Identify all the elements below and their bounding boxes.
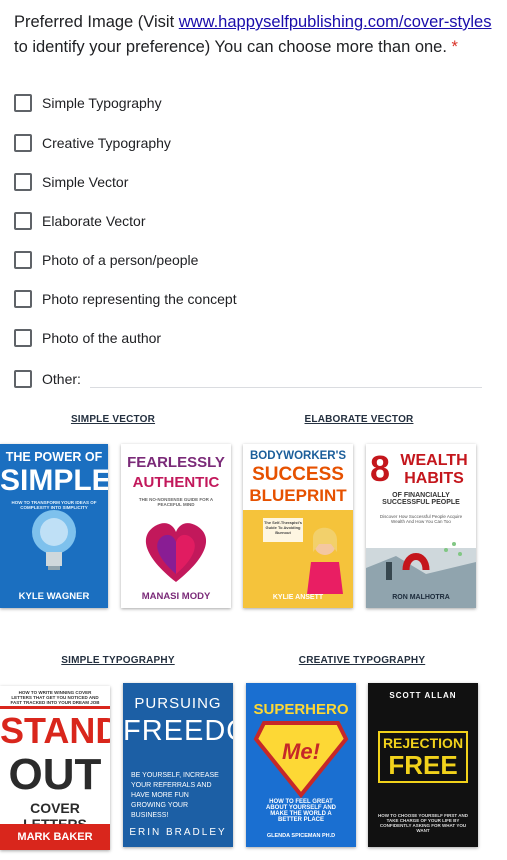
- option-label: Creative Typography: [42, 135, 171, 151]
- book-title-line: FEARLESSLY: [127, 454, 225, 471]
- checkbox[interactable]: [14, 290, 32, 308]
- question-suffix: to identify your preference) You can cho…: [14, 38, 447, 56]
- book-tagline: HOW TO WRITE WINNING COVER LETTERS THAT …: [10, 690, 100, 705]
- option-other[interactable]: Other:: [14, 367, 81, 391]
- book-title-line: PURSUING: [134, 695, 222, 712]
- book-title-line: OF FINANCIALLY SUCCESSFUL PEOPLE: [382, 492, 460, 506]
- question-prefix: Preferred Image (Visit: [14, 13, 179, 31]
- book-author: SCOTT ALLAN: [389, 691, 457, 700]
- book-cover-bodyworkers-success: BODYWORKER'S SUCCESS BLUEPRINT The Self-…: [243, 444, 353, 608]
- book-title-line: REJECTION: [382, 735, 464, 751]
- other-text-input[interactable]: [90, 387, 482, 388]
- book-title-line: BLUEPRINT: [249, 486, 347, 505]
- book-title-line: SUCCESS: [252, 464, 344, 485]
- checkbox[interactable]: [14, 212, 32, 230]
- checkbox[interactable]: [14, 134, 32, 152]
- option-simple-vector[interactable]: Simple Vector: [14, 170, 128, 194]
- option-label: Other:: [42, 371, 81, 387]
- option-label: Elaborate Vector: [42, 213, 146, 229]
- book-subtitle: Discover How Successful People Acquire W…: [379, 514, 463, 524]
- cover-styles-link[interactable]: www.happyselfpublishing.com/cover-styles: [179, 13, 492, 31]
- book-title-line: HABITS: [404, 470, 464, 487]
- section-elaborate-vector: ELABORATE VECTOR: [304, 414, 414, 425]
- book-title-line: THE POWER OF: [5, 450, 103, 464]
- book-title-line: Me!: [282, 739, 320, 764]
- book-subtitle: HOW TO CHOOSE YOURSELF FIRST AND TAKE CH…: [378, 813, 468, 833]
- checkbox[interactable]: [14, 251, 32, 269]
- book-title-line: FREEDOM: [123, 715, 233, 747]
- divider: [0, 706, 110, 709]
- option-photo-person[interactable]: Photo of a person/people: [14, 248, 198, 272]
- book-cover-fearlessly-authentic: FEARLESSLY AUTHENTIC THE NO-NONSENSE GUI…: [121, 444, 231, 608]
- book-title-line: AUTHENTIC: [132, 474, 220, 491]
- book-title-number: 8: [370, 448, 391, 489]
- option-label: Simple Typography: [42, 95, 162, 111]
- book-cover-pursuing-freedom: PURSUING FREEDOM BE YOURSELF, INCREASE Y…: [123, 683, 233, 847]
- option-photo-author[interactable]: Photo of the author: [14, 326, 161, 350]
- book-subtitle: THE NO-NONSENSE GUIDE FOR A PEACEFUL MIN…: [138, 497, 214, 507]
- book-cover-superhero-me: SUPERHERO Me! HOW TO FEEL GREAT ABOUT YO…: [246, 683, 356, 847]
- book-cover-rejection-free: SCOTT ALLAN REJECTION FREE HOW TO CHOOSE…: [368, 683, 478, 847]
- book-subtitle: HOW TO TRANSFORM YOUR IDEAS OF COMPLEXIT…: [11, 500, 97, 510]
- book-title-line: OUT: [8, 750, 102, 799]
- section-creative-typography: CREATIVE TYPOGRAPHY: [298, 655, 426, 666]
- book-author: RON MALHOTRA: [392, 594, 450, 601]
- question-title: Preferred Image (Visit www.happyselfpubl…: [14, 10, 494, 60]
- book-title-line: SUPERHERO: [253, 701, 349, 718]
- book-author: ERIN BRADLEY: [129, 827, 227, 838]
- option-label: Photo representing the concept: [42, 291, 237, 307]
- checkbox[interactable]: [14, 370, 32, 388]
- book-author: KYLIE ANSETT: [272, 594, 324, 601]
- option-creative-typography[interactable]: Creative Typography: [14, 131, 171, 155]
- checkbox[interactable]: [14, 173, 32, 191]
- checkbox[interactable]: [14, 329, 32, 347]
- option-elaborate-vector[interactable]: Elaborate Vector: [14, 209, 146, 233]
- book-title-line: BODYWORKER'S: [249, 450, 346, 462]
- option-simple-typography[interactable]: Simple Typography: [14, 91, 162, 115]
- section-simple-typography: SIMPLE TYPOGRAPHY: [61, 655, 175, 666]
- section-simple-vector: SIMPLE VECTOR: [70, 414, 156, 425]
- option-photo-concept[interactable]: Photo representing the concept: [14, 287, 237, 311]
- book-cover-power-of-simple: THE POWER OF SIMPLE HOW TO TRANSFORM YOU…: [0, 444, 108, 608]
- book-author: MANASI MODY: [141, 591, 211, 602]
- book-title-line: SIMPLE: [0, 464, 108, 497]
- required-asterisk: *: [451, 38, 458, 56]
- option-label: Photo of a person/people: [42, 252, 199, 268]
- book-author: GLENDA SPICEMAN PH.D: [266, 833, 336, 839]
- option-label: Simple Vector: [42, 174, 129, 190]
- book-subtitle: The Self-Therapist's Guide To Avoiding B…: [263, 520, 303, 535]
- checkbox[interactable]: [14, 94, 32, 112]
- book-title-line: WEALTH: [400, 452, 468, 469]
- book-author: KYLE WAGNER: [18, 591, 90, 602]
- book-cover-stand-out: HOW TO WRITE WINNING COVER LETTERS THAT …: [0, 686, 110, 850]
- book-author: MARK BAKER: [17, 831, 93, 843]
- book-subtitle: BE YOURSELF, INCREASE YOUR REFERRALS AND…: [131, 772, 219, 819]
- option-label: Photo of the author: [42, 330, 162, 346]
- book-title-line: STAND: [0, 710, 110, 751]
- book-title-line: FREE: [388, 750, 458, 780]
- book-subtitle: HOW TO FEEL GREAT ABOUT YOURSELF AND MAK…: [265, 799, 336, 823]
- book-cover-wealth-habits: 8 WEALTH HABITS OF FINANCIALLY SUCCESSFU…: [366, 444, 476, 608]
